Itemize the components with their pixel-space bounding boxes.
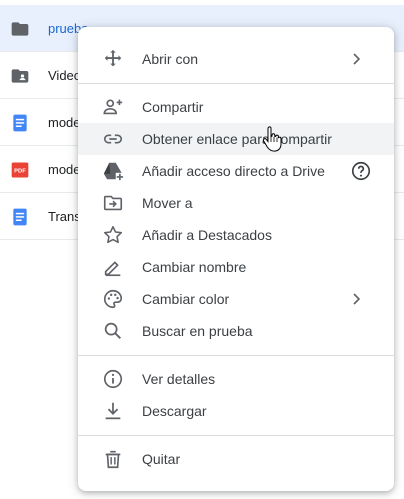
search-icon: [102, 320, 124, 342]
file-name: Video: [48, 67, 82, 83]
hand-cursor-icon: [262, 126, 282, 152]
star-icon: [102, 224, 124, 246]
menu-item-change-color[interactable]: Cambiar color: [78, 283, 394, 315]
folder-icon: [10, 19, 30, 39]
pencil-icon: [102, 256, 124, 278]
google-doc-icon: [10, 207, 30, 227]
menu-item-view-details[interactable]: Ver detalles: [78, 363, 394, 395]
shared-folder-icon: [10, 66, 30, 86]
menu-item-add-starred[interactable]: Añadir a Destacados: [78, 219, 394, 251]
menu-divider: [78, 435, 394, 436]
file-name: mode: [48, 114, 81, 130]
move-to-folder-icon: [102, 192, 124, 214]
menu-item-label: Abrir con: [142, 51, 199, 67]
pdf-badge-text: PDF: [14, 169, 26, 175]
menu-item-label: Descargar: [142, 403, 207, 419]
drive-shortcut-icon: [102, 160, 124, 182]
google-doc-icon: [10, 113, 30, 133]
menu-item-open-with[interactable]: Abrir con: [78, 43, 394, 75]
info-icon: [102, 368, 124, 390]
menu-item-rename[interactable]: Cambiar nombre: [78, 251, 394, 283]
menu-item-move-to[interactable]: Mover a: [78, 187, 394, 219]
help-icon[interactable]: [350, 160, 372, 182]
menu-item-label: Añadir acceso directo a Drive: [142, 163, 325, 179]
link-icon: [102, 128, 124, 150]
menu-item-label: Ver detalles: [142, 371, 216, 387]
chevron-right-icon: [348, 291, 364, 307]
menu-item-label: Añadir a Destacados: [142, 227, 272, 243]
menu-item-label: Quitar: [142, 451, 181, 467]
menu-item-get-link[interactable]: Obtener enlace para compartir: [78, 123, 394, 155]
download-icon: [102, 400, 124, 422]
menu-item-label: Buscar en prueba: [142, 323, 253, 339]
menu-item-label: Compartir: [142, 99, 204, 115]
menu-item-download[interactable]: Descargar: [78, 395, 394, 427]
context-menu: Abrir con Compartir Obtener enlace para …: [78, 27, 394, 491]
menu-item-label: Mover a: [142, 195, 193, 211]
menu-divider: [78, 355, 394, 356]
menu-item-search-in[interactable]: Buscar en prueba: [78, 315, 394, 347]
chevron-right-icon: [348, 51, 364, 67]
menu-divider: [78, 83, 394, 84]
move-arrows-icon: [102, 48, 124, 70]
menu-item-label: Cambiar color: [142, 291, 230, 307]
file-name: Trans: [48, 208, 81, 224]
pdf-icon: PDF: [10, 160, 30, 180]
trash-icon: [102, 448, 124, 470]
menu-item-add-shortcut[interactable]: Añadir acceso directo a Drive: [78, 155, 394, 187]
menu-item-label: Obtener enlace para compartir: [142, 131, 332, 147]
palette-icon: [102, 288, 124, 310]
menu-item-remove[interactable]: Quitar: [78, 443, 394, 475]
menu-item-share[interactable]: Compartir: [78, 91, 394, 123]
person-add-icon: [102, 96, 124, 118]
menu-item-label: Cambiar nombre: [142, 259, 247, 275]
file-name: mode: [48, 161, 81, 177]
